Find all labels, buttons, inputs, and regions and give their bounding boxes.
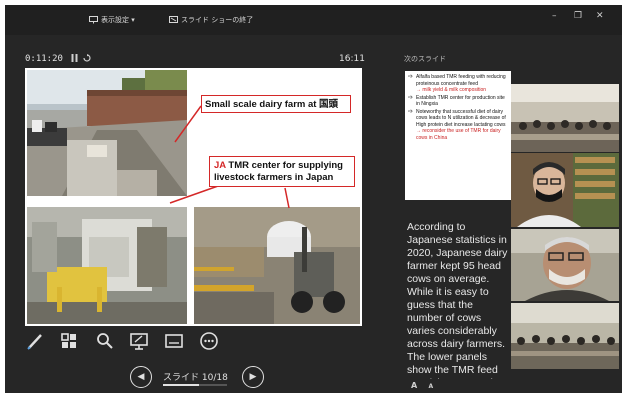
next-slide-preview[interactable]: Alfalfa based TMR feeding with reducing …	[405, 71, 511, 200]
participant-man-masked[interactable]	[511, 229, 619, 301]
participant-conference-room-2[interactable]	[511, 303, 619, 369]
end-show-icon	[169, 16, 178, 23]
tmr-callout-text: TMR center for supplying livestock farme…	[214, 160, 343, 183]
participant-conference-room[interactable]	[511, 84, 619, 152]
farm-callout: Small scale dairy farm at 国頭	[201, 95, 351, 113]
speaker-notes[interactable]: According to Japanese statistics in 2020…	[407, 221, 511, 379]
next-slide-bullet: Noteworthy that successful diet of dairy…	[408, 109, 508, 142]
next-slide-bullet: Alfalfa based TMR feeding with reducing …	[408, 74, 508, 94]
slide-progress-bar	[163, 384, 227, 386]
pointer-options-icon[interactable]	[129, 331, 149, 351]
tmr-callout: JA TMR center for supplying livestock fa…	[209, 156, 355, 187]
presenter-view-window: 表示設定 ▾ スライド ショーの終了 – ❐ ✕ 0:11:20 16:11 S…	[5, 5, 622, 393]
notes-font-controls: A A	[411, 381, 433, 390]
display-settings-button[interactable]: 表示設定 ▾	[89, 15, 135, 25]
more-options-icon[interactable]	[199, 331, 219, 351]
title-bar: 表示設定 ▾ スライド ショーの終了 – ❐ ✕	[5, 5, 622, 35]
chevron-right-icon: ▶	[249, 372, 257, 382]
display-settings-label: 表示設定 ▾	[101, 16, 135, 24]
next-slide-bullet-text: Noteworthy that successful diet of dairy…	[416, 108, 506, 128]
reset-icon[interactable]	[83, 54, 91, 64]
next-slide-bullet-highlight: → reconsider the use of TMR for dairy co…	[416, 128, 501, 141]
see-all-slides-icon[interactable]	[59, 331, 79, 351]
pen-tool-icon[interactable]	[25, 331, 45, 351]
end-slide-show-button[interactable]: スライド ショーの終了	[169, 15, 253, 25]
chevron-left-icon: ◀	[137, 372, 145, 382]
previous-slide-button[interactable]: ◀	[130, 366, 152, 388]
farm-callout-line	[174, 105, 202, 143]
slide-progress-fill	[163, 384, 199, 386]
close-button[interactable]: ✕	[596, 11, 604, 21]
slide-counter[interactable]: スライド 10/18	[163, 370, 228, 383]
next-slide-bullet-text: Alfalfa based TMR feeding with reducing …	[416, 74, 506, 87]
next-slide-bullet: Establish TMR center for production site…	[408, 95, 508, 108]
end-slide-show-label: スライド ショーの終了	[181, 16, 254, 24]
next-slide-bullet-highlight: → milk yield & milk composition	[416, 87, 487, 93]
tmr-callout-line-right	[284, 187, 290, 209]
next-slide-bullet-text: Establish TMR center for production site…	[416, 94, 505, 108]
current-slide: Small scale dairy farm at 国頭 JA TMR cent…	[25, 68, 362, 326]
increase-font-button[interactable]: A	[411, 381, 417, 390]
next-slide-label: 次のスライド	[404, 55, 446, 63]
subtitles-icon[interactable]	[164, 331, 184, 351]
zoom-icon[interactable]	[95, 331, 115, 351]
minimize-button[interactable]: –	[552, 11, 557, 21]
current-time: 16:11	[339, 54, 365, 64]
display-settings-icon	[89, 16, 98, 24]
decrease-font-button[interactable]: A	[428, 383, 433, 390]
restore-button[interactable]: ❐	[574, 11, 582, 21]
next-slide-button[interactable]: ▶	[242, 366, 264, 388]
tmr-callout-ja: JA	[214, 160, 226, 171]
elapsed-timer: 0:11:20	[25, 54, 63, 64]
participant-man-glasses[interactable]	[511, 153, 619, 227]
pause-icon[interactable]	[71, 54, 78, 64]
